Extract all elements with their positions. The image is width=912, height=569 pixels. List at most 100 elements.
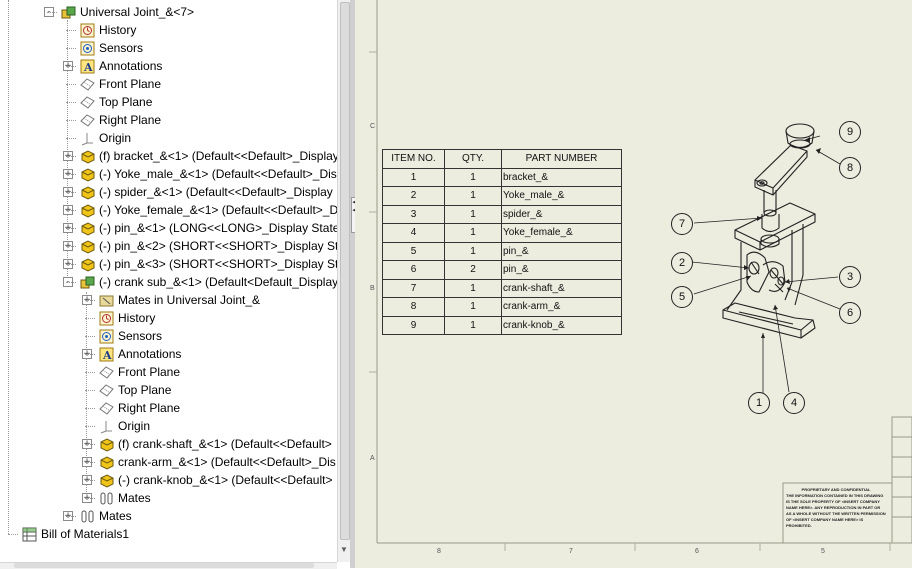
tree-item[interactable]: (-) crank sub_&<1> (Default<Default_Disp… (80, 273, 337, 291)
tree-item[interactable]: crank-arm_&<1> (Default<<Default>_Dis (99, 453, 336, 471)
balloon[interactable]: 7 (671, 213, 693, 235)
mates-icon (99, 491, 114, 506)
scroll-down-arrow-icon[interactable]: ▼ (340, 545, 348, 554)
tree-item[interactable]: A Annotations (99, 345, 181, 363)
tree-item-label: (-) crank-knob_&<1> (Default<<Default> (118, 473, 333, 487)
bom-cell-part-number: pin_& (501, 260, 622, 280)
tree-item[interactable]: (f) bracket_&<1> (Default<<Default>_Disp… (80, 147, 337, 165)
tree-item[interactable]: Top Plane (80, 93, 152, 111)
zone-row-label: B (370, 285, 375, 292)
balloon[interactable]: 3 (839, 266, 861, 288)
tree-item[interactable]: Mates (80, 507, 132, 525)
bom-row[interactable]: 2 1 Yoke_male_& (382, 186, 622, 206)
tree-item[interactable]: (-) Yoke_male_&<1> (Default<<Default>_Di… (80, 165, 337, 183)
bom-cell-qty: 1 (444, 186, 502, 206)
tree-item[interactable]: History (80, 21, 136, 39)
tree-item-label: Top Plane (99, 95, 153, 109)
tree-item[interactable]: Sensors (99, 327, 162, 345)
tree-item[interactable]: Sensors (80, 39, 143, 57)
bom-row[interactable]: 1 1 bracket_& (382, 167, 622, 187)
tree-item[interactable]: Origin (80, 129, 131, 147)
bill-of-materials-table[interactable]: ITEM NO. QTY. PART NUMBER 1 1 bracket_& 2 1 Y… (382, 149, 622, 335)
bom-cell-part-number: spider_& (501, 204, 622, 224)
plane-icon (80, 95, 95, 110)
tree-item[interactable]: Right Plane (80, 111, 161, 129)
tree-item[interactable]: (-) Yoke_female_&<1> (Default<<Default>_… (80, 201, 337, 219)
bom-icon (22, 527, 37, 542)
confidential-note: PROPRIETARY AND CONFIDENTIAL THE INFORMA… (786, 487, 886, 529)
tree-item[interactable]: (-) crank-knob_&<1> (Default<<Default> (99, 471, 332, 489)
tree-item[interactable]: (-) spider_&<1> (Default<<Default>_Displ… (80, 183, 333, 201)
tree-item[interactable]: (-) pin_&<3> (SHORT<<SHORT>_Display Sta (80, 255, 337, 273)
tree-item[interactable]: (-) pin_&<2> (SHORT<<SHORT>_Display Sta (80, 237, 337, 255)
tree-item-label: (-) Yoke_male_&<1> (Default<<Default>_Di… (99, 167, 337, 181)
tree-item-label: Sensors (99, 41, 144, 55)
tree-vertical-scroll-thumb[interactable] (340, 2, 350, 540)
tree-item[interactable]: Front Plane (99, 363, 180, 381)
tree-item[interactable]: A Annotations (80, 57, 162, 75)
tree-item[interactable]: Bill of Materials1 (22, 525, 129, 543)
tree-vertical-scrollbar[interactable]: ▼ (337, 0, 351, 562)
bom-header-part-number: PART NUMBER (501, 149, 622, 169)
tree-item-label: History (99, 23, 137, 37)
origin-icon (80, 131, 95, 146)
tree-item-label: (-) Yoke_female_&<1> (Default<<Default>_… (99, 203, 337, 217)
bom-cell-item-no: 3 (382, 204, 445, 224)
tree-item[interactable]: (-) pin_&<1> (LONG<<LONG>_Display State (80, 219, 337, 237)
part-icon (80, 203, 95, 218)
tree-item[interactable]: History (99, 309, 155, 327)
tree-item[interactable]: Top Plane (99, 381, 171, 399)
bom-cell-part-number: Yoke_female_& (501, 223, 622, 243)
bom-row[interactable]: 6 2 pin_& (382, 260, 622, 280)
tree-item-label: Mates (99, 509, 132, 523)
balloon[interactable]: 4 (783, 392, 805, 414)
tree-item-label: (f) crank-shaft_&<1> (Default<<Default> (118, 437, 332, 451)
zone-col-label: 6 (695, 548, 699, 555)
tree-item-label: Annotations (99, 59, 163, 73)
title-block (891, 416, 912, 544)
plane-icon (80, 113, 95, 128)
bom-cell-part-number: crank-arm_& (501, 297, 622, 317)
tree-item[interactable]: Mates in Universal Joint_& (99, 291, 260, 309)
tree-item[interactable]: Universal Joint_&<7> (61, 3, 194, 21)
tree-item-label: Top Plane (118, 383, 172, 397)
feature-manager-tree[interactable]: - Universal Joint_&<7> History Sensors + A Ann… (0, 0, 337, 562)
tree-item[interactable]: Right Plane (99, 399, 180, 417)
balloon[interactable]: 2 (671, 252, 693, 274)
tree-item-label: History (118, 311, 156, 325)
tree-item[interactable]: Front Plane (80, 75, 161, 93)
bom-cell-item-no: 8 (382, 297, 445, 317)
svg-text:A: A (102, 349, 112, 362)
tree-item[interactable]: (f) crank-shaft_&<1> (Default<<Default> (99, 435, 332, 453)
part-icon (80, 257, 95, 272)
balloon[interactable]: 8 (839, 157, 861, 179)
tree-horizontal-scroll-thumb[interactable] (14, 563, 314, 568)
balloon[interactable]: 6 (839, 302, 861, 324)
tree-item-label: Origin (99, 131, 132, 145)
tree-item-label: Right Plane (118, 401, 181, 415)
subassembly-icon (80, 275, 95, 290)
tree-item-label: Mates in Universal Joint_& (118, 293, 261, 307)
balloon[interactable]: 5 (671, 286, 693, 308)
balloon[interactable]: 1 (748, 392, 770, 414)
bom-row[interactable]: 5 1 pin_& (382, 241, 622, 261)
bom-row[interactable]: 4 1 Yoke_female_& (382, 223, 622, 243)
bom-cell-qty: 1 (444, 315, 502, 335)
bom-row[interactable]: 3 1 spider_& (382, 204, 622, 224)
tree-item-label: Front Plane (118, 365, 181, 379)
drawing-sheet[interactable]: C B A 8 7 6 5 ITEM NO. QTY. PART NUMBER … (355, 0, 912, 568)
origin-icon (99, 419, 114, 434)
bom-row[interactable]: 8 1 crank-arm_& (382, 297, 622, 317)
tree-item-label: (-) crank sub_&<1> (Default<Default_Disp… (99, 275, 337, 289)
confidential-body: THE INFORMATION CONTAINED IN THIS DRAWIN… (786, 493, 886, 528)
bom-row[interactable]: 7 1 crank-shaft_& (382, 278, 622, 298)
bom-cell-qty: 1 (444, 278, 502, 298)
balloon[interactable]: 9 (839, 121, 861, 143)
part-icon (99, 455, 114, 470)
bom-cell-qty: 2 (444, 260, 502, 280)
tree-item-label: Right Plane (99, 113, 162, 127)
bom-row[interactable]: 9 1 crank-knob_& (382, 315, 622, 335)
bom-cell-part-number: crank-shaft_& (501, 278, 622, 298)
tree-item[interactable]: Origin (99, 417, 150, 435)
tree-item[interactable]: Mates (99, 489, 151, 507)
